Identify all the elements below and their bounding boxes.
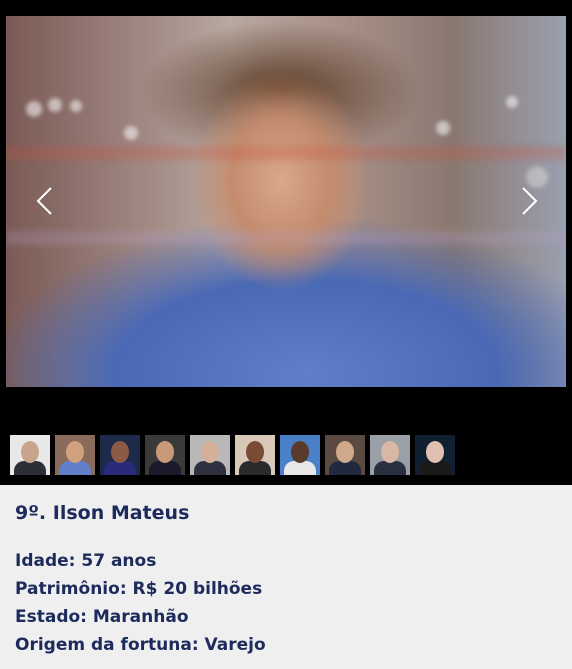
chevron-right-icon — [522, 187, 538, 215]
thumbnail-face — [66, 441, 84, 463]
prev-slide-button[interactable] — [30, 186, 60, 216]
photo-gallery — [0, 0, 572, 485]
gallery-thumbnail[interactable] — [10, 435, 50, 475]
gallery-thumbnail[interactable] — [235, 435, 275, 475]
thumbnail-face — [156, 441, 174, 463]
thumbnail-figure — [374, 461, 406, 475]
thumbnail-figure — [59, 461, 91, 475]
fact-state: Estado: Maranhão — [15, 607, 189, 627]
thumbnail-face — [426, 441, 444, 463]
thumbnail-figure — [14, 461, 46, 475]
thumbnail-figure — [419, 461, 451, 475]
thumbnail-figure — [329, 461, 361, 475]
fact-age: Idade: 57 anos — [15, 551, 157, 571]
person-facts: Idade: 57 anos Patrimônio: R$ 20 bilhões… — [15, 547, 557, 659]
thumbnail-figure — [239, 461, 271, 475]
thumbnail-face — [21, 441, 39, 463]
thumbnail-figure — [194, 461, 226, 475]
person-title: 9º. Ilson Mateus — [15, 502, 190, 524]
gallery-thumbnail[interactable] — [325, 435, 365, 475]
person-info-panel: 9º. Ilson Mateus Idade: 57 anos Patrimôn… — [0, 485, 572, 669]
fact-net-worth: Patrimônio: R$ 20 bilhões — [15, 579, 263, 599]
thumbnail-face — [111, 441, 129, 463]
gallery-thumbnail[interactable] — [415, 435, 455, 475]
main-photo — [6, 16, 566, 387]
fact-fortune-origin: Origem da fortuna: Varejo — [15, 635, 266, 655]
gallery-thumbnail[interactable] — [145, 435, 185, 475]
gallery-thumbnail[interactable] — [370, 435, 410, 475]
next-slide-button[interactable] — [514, 186, 544, 216]
chevron-left-icon — [36, 187, 52, 215]
gallery-thumbnail[interactable] — [100, 435, 140, 475]
thumbnail-face — [201, 441, 219, 463]
thumbnail-face — [246, 441, 264, 463]
thumbnail-figure — [149, 461, 181, 475]
thumbnail-face — [291, 441, 309, 463]
gallery-thumbnail[interactable] — [190, 435, 230, 475]
thumbnail-strip — [10, 435, 455, 475]
gallery-thumbnail[interactable] — [280, 435, 320, 475]
thumbnail-face — [336, 441, 354, 463]
thumbnail-face — [381, 441, 399, 463]
thumbnail-figure — [284, 461, 316, 475]
thumbnail-figure — [104, 461, 136, 475]
gallery-thumbnail[interactable] — [55, 435, 95, 475]
